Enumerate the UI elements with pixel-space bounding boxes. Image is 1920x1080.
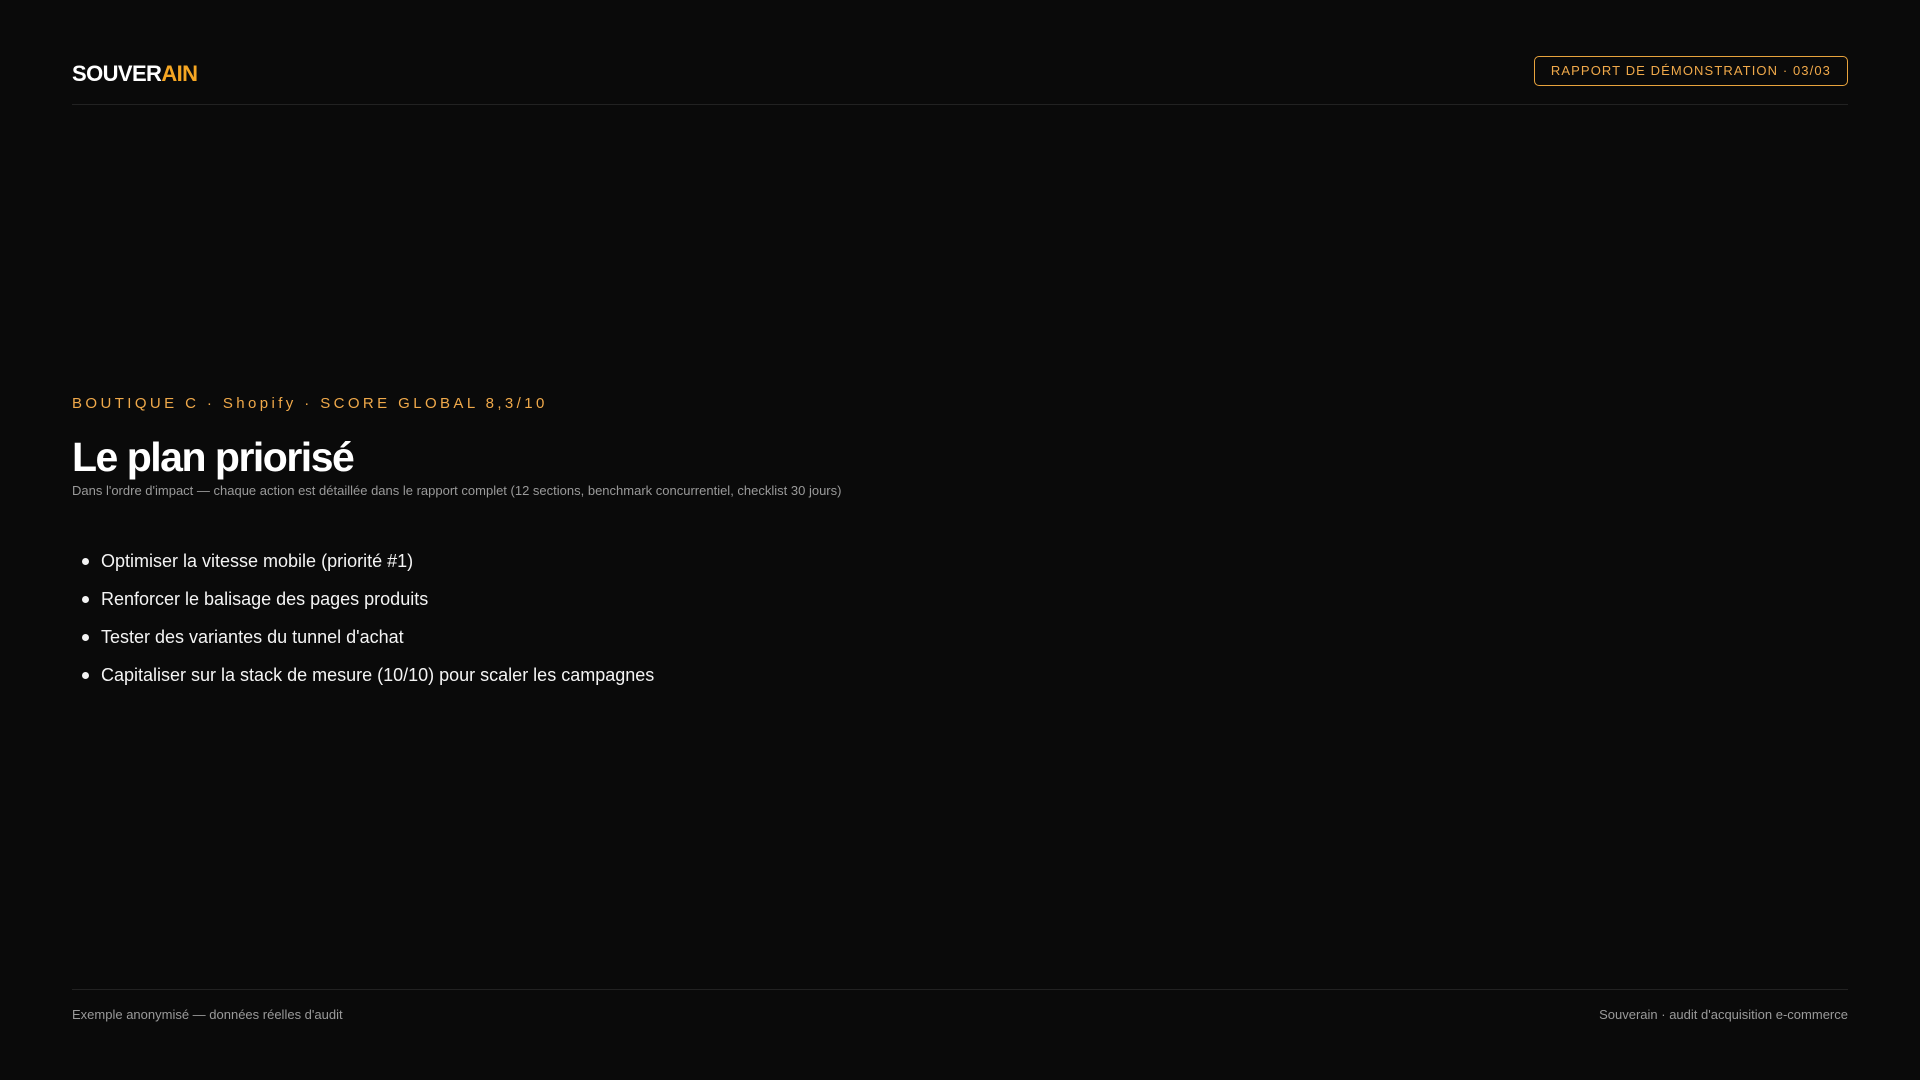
list-item: Optimiser la vitesse mobile (priorité #1…: [72, 542, 1472, 580]
bullet-icon: [82, 557, 89, 565]
footer-note: Exemple anonymisé — données réelles d'au…: [72, 1007, 343, 1022]
list-item-text: Renforcer le balisage des pages produits: [101, 588, 429, 609]
page-subtitle: Dans l'ordre d'impact — chaque action es…: [72, 483, 842, 498]
footer-credit: Souverain · audit d'acquisition e-commer…: [1599, 1007, 1848, 1022]
eyebrow-label: BOUTIQUE C · Shopify · SCORE GLOBAL 8,3/…: [72, 395, 548, 412]
logo-text-accent: AIN: [161, 61, 198, 86]
logo-text-white: SOUVER: [72, 61, 162, 86]
main-content: BOUTIQUE C · Shopify · SCORE GLOBAL 8,3/…: [72, 394, 1472, 694]
list-item-text: Tester des variantes du tunnel d'achat: [101, 626, 404, 647]
list-item-text: Optimiser la vitesse mobile (priorité #1…: [101, 550, 414, 571]
list-item: Capitaliser sur la stack de mesure (10/1…: [72, 656, 1472, 694]
action-list: Optimiser la vitesse mobile (priorité #1…: [72, 542, 1472, 694]
slide-page: SOUVERAIN RAPPORT DE DÉMONSTRATION · 03/…: [0, 0, 1920, 1080]
list-item: Renforcer le balisage des pages produits: [72, 580, 1472, 618]
list-item-text: Capitaliser sur la stack de mesure (10/1…: [101, 664, 655, 685]
header: SOUVERAIN RAPPORT DE DÉMONSTRATION · 03/…: [72, 56, 1848, 105]
report-badge: RAPPORT DE DÉMONSTRATION · 03/03: [1533, 56, 1848, 86]
brand-logo: SOUVERAIN: [72, 59, 198, 89]
list-item: Tester des variantes du tunnel d'achat: [72, 618, 1472, 656]
page-title: Le plan priorisé: [72, 434, 355, 480]
bullet-icon: [82, 595, 89, 603]
footer: Exemple anonymisé — données réelles d'au…: [72, 989, 1848, 1022]
bullet-icon: [82, 633, 89, 641]
bullet-icon: [82, 671, 89, 679]
